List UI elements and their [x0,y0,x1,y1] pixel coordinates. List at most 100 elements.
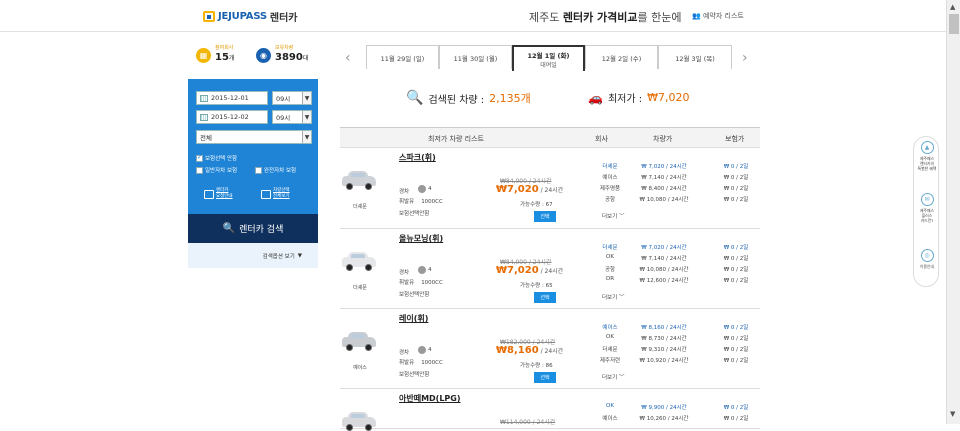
logo[interactable]: JEJUPASS 렌터카 [203,9,298,24]
checkbox-full-insurance[interactable]: 완전자차 보험 [255,166,296,174]
offer-company[interactable]: 예이스 [590,173,630,181]
page-scrollbar[interactable]: ▲ ▼ [946,0,960,424]
offer-company[interactable]: 더셰문 [590,162,630,170]
offer-insurance: ₩ 0 / 2일 [723,278,749,284]
widget-line: 카드란? [920,218,934,223]
offer-insurance: ₩ 0 / 2일 [723,416,749,422]
date-prev-arrow-icon[interactable]: ‹ [345,50,351,66]
date-tab-label: 12월 2일 (수) [601,54,642,63]
car-insurance: 보험선택안함 [399,211,430,217]
date-next-arrow-icon[interactable]: › [742,50,748,66]
chevron-down-icon: ▼ [297,252,302,259]
rental-request-guide-link[interactable]: 렌터카 요청안내 [204,188,233,200]
widget-benefits[interactable]: ▲ 제주패스 렌터카의 특별한 혜택 [914,141,940,171]
select-button[interactable]: 선택 [534,372,556,383]
offer-company[interactable]: 예이스 [590,323,630,331]
widget-line: 이용안내 [920,264,934,269]
reservation-list-link[interactable]: 👥 예약자 리스트 [692,11,744,21]
price-value: ₩8,160 [496,345,539,356]
car-type-value: 전체 [200,134,212,142]
end-date-field[interactable]: 2015-12-02 [196,110,268,124]
search-summary: 🔍 검색된 차량 : 2,135개 🚗 최저가 : ₩7,020 [340,88,760,112]
offer-insurance: ₩ 0 / 2일 [723,358,749,364]
seat-count: 4 [428,267,432,273]
car-type-select[interactable]: 전체 ▼ [196,130,312,144]
start-date-field[interactable]: 2015-12-01 [196,91,268,105]
select-button[interactable]: 선택 [534,292,556,303]
checkbox-box [196,166,203,174]
car-fuel: 휘발유 [399,360,415,366]
tagline-bold: 렌터카 가격비교 [562,11,638,24]
car-name-link[interactable]: 스파크(휘) [399,152,436,163]
cars-value-wrap: 3890대 [275,52,308,65]
companies-value: 15 [215,52,229,63]
end-time-select[interactable]: 09시 ▼ [272,110,312,124]
offer-price: ₩ 12,600 / 24시간 [639,278,689,284]
car-brand: 예이스 [353,365,367,371]
offer-company[interactable]: OK [590,254,630,260]
discount-price: ₩8,160 / 24시간 [496,345,563,356]
widget-usage-guide[interactable]: ◎ 이용안내 [914,249,940,269]
date-tab-2[interactable]: 11월 30일 (월) [439,45,512,69]
tagline-pre: 제주도 [529,11,563,24]
offer-insurance: ₩ 0 / 2일 [723,164,749,170]
offer-company[interactable]: 제주명품 [590,184,630,192]
offer-company[interactable]: DR [590,276,630,282]
start-time-select[interactable]: 09시 ▼ [272,91,312,105]
offer-insurance: ₩ 0 / 2일 [723,336,749,342]
offer-price: ₩ 8,160 / 24시간 [641,325,687,331]
more-offers-toggle[interactable]: 더보기 ﹀ [602,373,624,381]
offer-company[interactable]: OK [590,334,630,340]
date-tab-5[interactable]: 12월 3일 (목) [658,45,732,69]
guide1-line1: 렌터카 [216,188,229,193]
more-offers-toggle[interactable]: 더보기 ﹀ [602,212,624,220]
checkbox-general-insurance[interactable]: 일반자차 보험 [196,166,237,174]
more-label: 더보기 [602,375,618,381]
offer-insurance: ₩ 0 / 2일 [723,197,749,203]
person-icon [418,266,427,274]
cars-label: 보유차량 [275,45,294,51]
date-tab-1[interactable]: 11월 29일 (일) [366,45,439,69]
widget-plus-card[interactable]: ✉ 제주패스 플러스 카드란? [914,193,940,223]
found-label: 검색된 차량 : [428,94,485,106]
search-options-toggle[interactable]: 검색옵션 보기 ▼ [188,243,318,268]
rental-search-button[interactable]: 🔍 렌터카 검색 [188,214,318,243]
scroll-thumb[interactable] [949,14,959,34]
offer-price: ₩ 7,140 / 24시간 [641,175,687,181]
car-class-seats: 경차 4 [399,266,432,276]
found-value: 2,135개 [489,92,531,105]
offer-company[interactable]: 예이스 [590,414,630,422]
magnifier-car-icon: 🔍 [406,90,424,106]
offer-insurance: ₩ 0 / 2일 [723,405,749,411]
offer-company[interactable]: OK [590,403,630,409]
price-value: ₩7,020 [496,265,539,276]
date-tab-4[interactable]: 12월 2일 (수) [585,45,658,69]
view-all-cars-link[interactable]: 차량선택 전체보기 [261,188,290,200]
more-label: 더보기 [602,295,618,301]
offer-company[interactable]: 더셰문 [590,345,630,353]
car-name-link[interactable]: 올뉴모닝(휘) [399,233,443,244]
car-name-link[interactable]: 아반떼MD(LPG) [399,393,461,404]
offer-company[interactable]: 제주저련 [590,356,630,364]
offer-company[interactable]: 공항 [590,265,630,273]
search-icon: 🔍 [222,223,236,234]
calendar-icon [200,113,208,121]
scroll-up-arrow-icon[interactable]: ▲ [950,3,955,11]
date-tab-3-active[interactable]: 12월 1일 (화) 대여일 [512,45,585,71]
more-offers-toggle[interactable]: 더보기 ﹀ [602,293,624,301]
select-button[interactable]: 선택 [534,211,556,222]
date-tab-sub: 대여일 [540,61,557,69]
checkbox-no-insurance[interactable]: ✓ 보험선택 안함 [196,154,237,162]
original-price: ₩114,000 / 24시간 [500,419,556,426]
search-button-label: 렌터카 검색 [239,225,284,235]
lowest-value: ₩7,020 [647,91,690,104]
logo-icon [203,11,215,22]
car-name-link[interactable]: 레이(휘) [399,313,428,324]
offer-price: ₩ 8,730 / 24시간 [641,336,687,342]
offer-insurance: ₩ 0 / 2일 [723,267,749,273]
available-count: 가능수량 : 65 [520,283,553,289]
offer-company[interactable]: 공항 [590,195,630,203]
table-header: 최저가 차량 리스트 회사 차량가 보험가 [340,127,760,148]
scroll-down-arrow-icon[interactable]: ▼ [950,410,955,418]
offer-company[interactable]: 더셰문 [590,243,630,251]
